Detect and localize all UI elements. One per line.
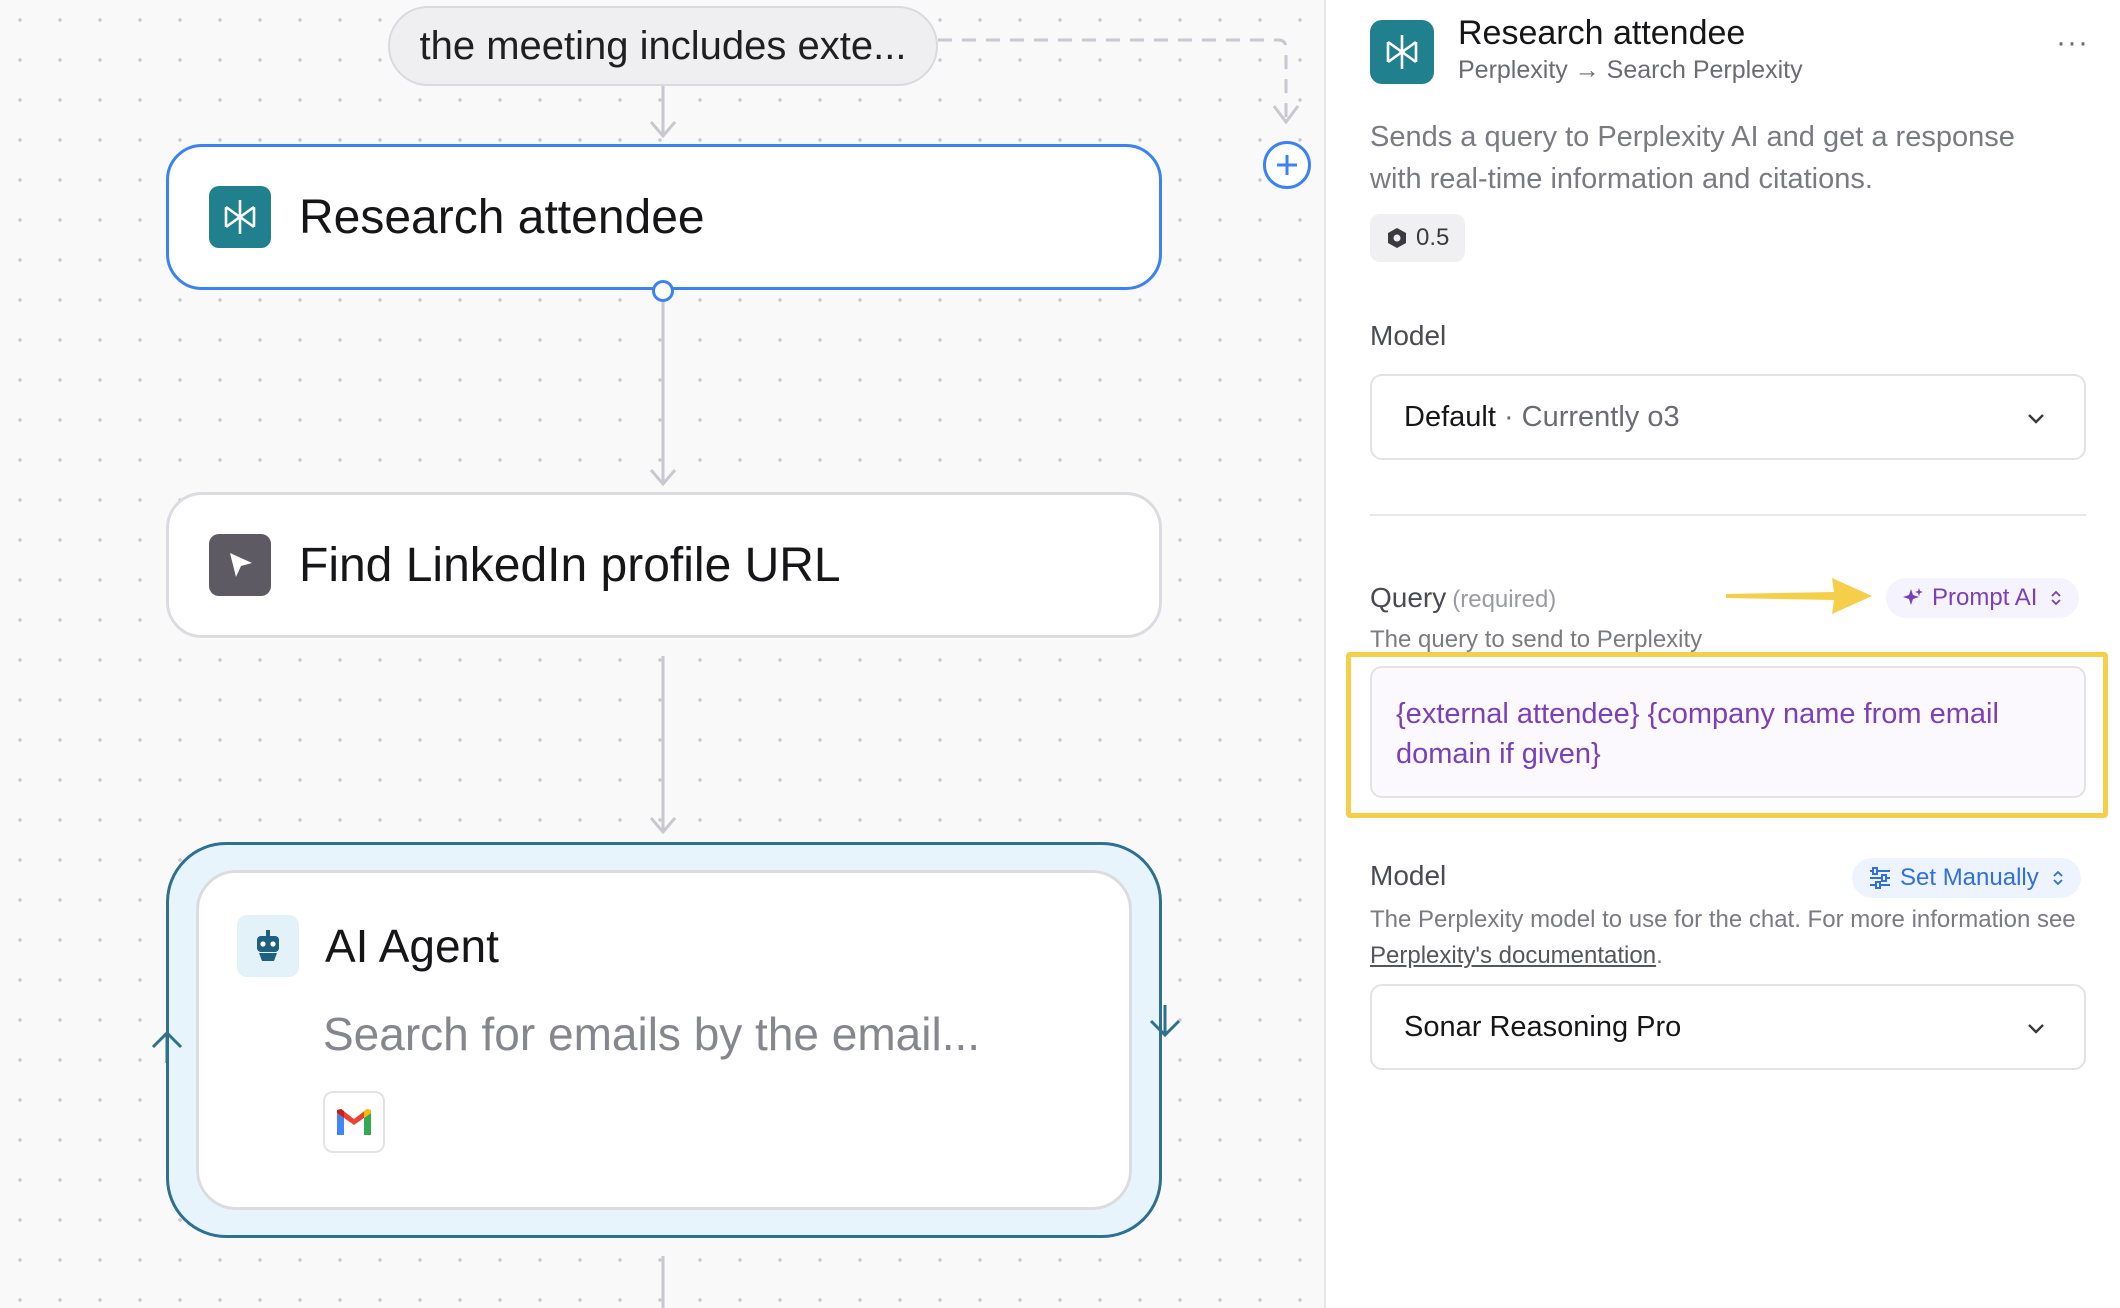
condition-pill[interactable]: the meeting includes exte... — [388, 6, 938, 86]
dashed-branch-line — [938, 38, 1288, 120]
cost-value: 0.5 — [1416, 224, 1450, 251]
node-title: Research attendee — [299, 190, 705, 244]
node-description: Search for emails by the email... — [323, 1008, 981, 1060]
workflow-canvas[interactable]: the meeting includes exte... Research at… — [0, 0, 1324, 1308]
hint-text: The Perplexity model to use for the chat… — [1370, 906, 2076, 933]
perplexity-model-label: Model — [1370, 860, 1447, 891]
add-step-button[interactable] — [1263, 141, 1311, 189]
model-select-default: Default — [1404, 400, 1496, 433]
sliders-icon — [1870, 867, 1890, 889]
cursor-arrow-icon — [209, 534, 271, 596]
node-title: Find LinkedIn profile URL — [299, 538, 841, 592]
loop-up-arrow-icon — [151, 1030, 183, 1063]
node-ai-agent[interactable]: AI Agent Search for emails by the email.… — [196, 870, 1132, 1210]
more-options-button[interactable]: ··· — [2056, 26, 2089, 60]
chevron-down-icon — [2028, 414, 2044, 424]
updown-chevron-icon — [2051, 590, 2062, 606]
cost-badge: 0.5 — [1370, 214, 1466, 262]
prompt-ai-label: Prompt AI — [1932, 584, 2038, 611]
panel-subtitle: Perplexity → Search Perplexity — [1458, 56, 1803, 84]
updown-chevron-icon — [2053, 870, 2063, 886]
query-label-row: Query (required) — [1370, 582, 1556, 614]
condition-pill-label: the meeting includes exte... — [419, 23, 907, 68]
perplexity-model-select[interactable]: Sonar Reasoning Pro — [1370, 984, 2086, 1070]
query-input[interactable]: {external attendee} {company name from e… — [1370, 666, 2086, 798]
node-output-handle[interactable] — [652, 280, 674, 302]
perplexity-model-hint: The Perplexity model to use for the chat… — [1370, 902, 2086, 974]
section-divider — [1370, 514, 2086, 516]
model-select[interactable]: Default · Currently o3 — [1370, 374, 2086, 460]
annotation-arrow-icon — [1726, 578, 1872, 614]
model-select-current: · Currently o3 — [1495, 400, 1680, 433]
perplexity-docs-link[interactable]: Perplexity's documentation — [1370, 942, 1656, 969]
node-research-attendee[interactable]: Research attendee — [166, 144, 1162, 290]
sparkle-icon — [1903, 588, 1923, 605]
query-label: Query — [1370, 582, 1447, 613]
panel-description: Sends a query to Perplexity AI and get a… — [1370, 121, 2015, 195]
robot-icon — [237, 915, 299, 977]
required-tag: (required) — [1452, 586, 1557, 613]
prompt-ai-toggle[interactable]: Prompt AI — [1886, 578, 2080, 618]
hexagon-icon — [1388, 228, 1406, 248]
panel-title: Research attendee — [1458, 14, 1746, 52]
gmail-icon[interactable] — [323, 1091, 385, 1153]
set-manually-label: Set Manually — [1900, 864, 2039, 891]
node-find-linkedin[interactable]: Find LinkedIn profile URL — [166, 492, 1162, 638]
node-title: AI Agent — [325, 920, 499, 972]
perplexity-model-value: Sonar Reasoning Pro — [1404, 1010, 1682, 1043]
chevron-down-icon — [2028, 1024, 2044, 1034]
perplexity-icon — [1370, 20, 1434, 84]
set-manually-toggle[interactable]: Set Manually — [1852, 858, 2081, 898]
hint-suffix: . — [1656, 942, 1663, 969]
loop-down-arrow-icon — [1149, 1005, 1181, 1038]
plus-icon — [1277, 155, 1297, 175]
perplexity-icon — [209, 186, 271, 248]
model-label: Model — [1370, 320, 1447, 351]
step-config-panel: Research attendee Perplexity → Search Pe… — [1324, 0, 2120, 1308]
